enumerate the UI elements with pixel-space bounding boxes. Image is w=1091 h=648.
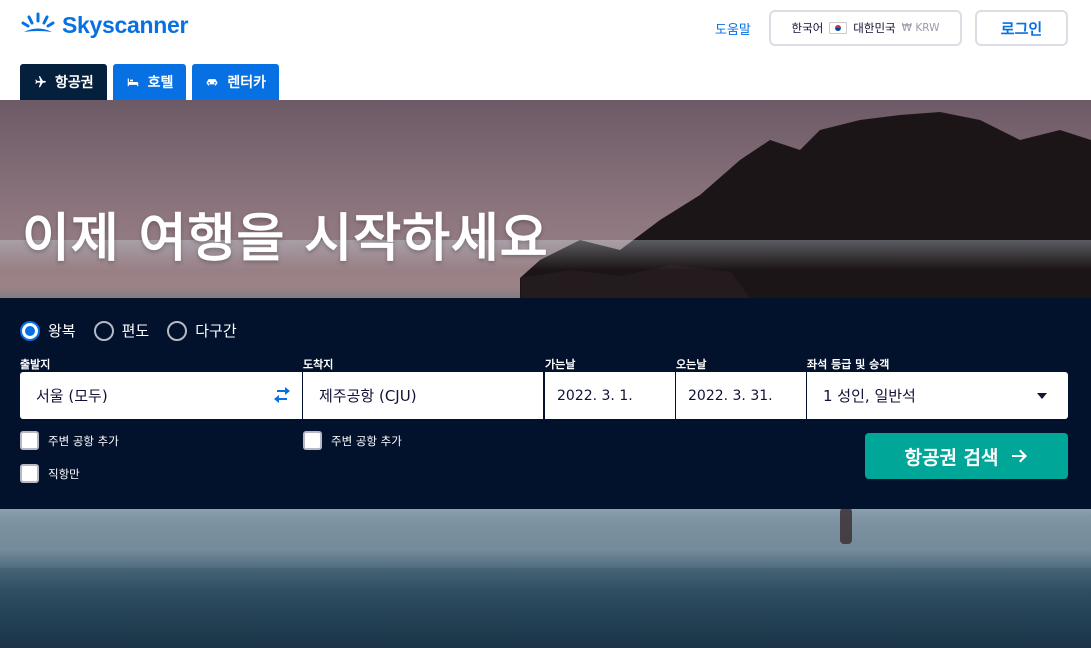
depart-date-value: 2022. 3. 1. (557, 387, 633, 404)
country-label: 대한민국 (853, 21, 896, 35)
trip-type-return-label: 왕복 (48, 322, 76, 340)
radio-checked-icon (20, 320, 40, 341)
cabin-passengers-label: 좌석 등급 및 승객 (807, 358, 890, 371)
depart-date-input[interactable]: 2022. 3. 1. (545, 372, 675, 419)
nearby-origin-checkbox[interactable]: 주변 공항 추가 (20, 431, 119, 450)
tab-car-hire-label: 렌터카 (227, 75, 267, 91)
checkbox-box (20, 431, 39, 450)
product-tabs: 항공권 호텔 렌터카 (20, 64, 280, 100)
search-flights-label: 항공권 검색 (904, 446, 999, 469)
radio-unchecked-icon (167, 320, 188, 341)
trip-type-oneway-label: 편도 (121, 322, 150, 340)
skyscanner-logo[interactable]: Skyscanner (20, 10, 188, 40)
language-label: 한국어 (791, 21, 824, 35)
destination-value: 제주공항 (CJU) (319, 387, 417, 405)
flight-search-panel: 왕복 편도 다구간 출발지 도착지 가는날 오는날 좌석 등급 및 승객 서울 … (0, 298, 1091, 509)
trip-type-multicity-radio[interactable]: 다구간 (167, 320, 237, 341)
trip-type-oneway-radio[interactable]: 편도 (93, 320, 150, 341)
cabin-passengers-value: 1 성인, 일반석 (823, 387, 916, 405)
trip-type-return-radio[interactable]: 왕복 (20, 320, 76, 341)
destination-input[interactable]: 제주공항 (CJU) (303, 372, 543, 419)
nearby-destination-checkbox[interactable]: 주변 공항 추가 (303, 431, 402, 450)
help-link[interactable]: 도움말 (715, 19, 751, 38)
arrow-right-icon (1011, 449, 1027, 463)
tab-flights[interactable]: 항공권 (20, 64, 107, 100)
hero-title: 이제 여행을 시작하세요 (22, 209, 549, 269)
destination-label: 도착지 (303, 358, 334, 371)
bed-icon (127, 78, 138, 87)
direct-only-checkbox[interactable]: 직항만 (20, 464, 80, 483)
radio-unchecked-icon (93, 320, 114, 341)
coastal-cliff-graphic (520, 112, 1091, 300)
korea-flag-icon (829, 22, 848, 34)
nearby-destination-label: 주변 공항 추가 (331, 433, 402, 448)
return-date-value: 2022. 3. 31. (688, 387, 773, 404)
wave-foam-band (0, 508, 1091, 568)
nearby-origin-label: 주변 공항 추가 (48, 433, 119, 448)
trip-type-selector: 왕복 편도 다구간 (20, 320, 237, 341)
checkbox-box (303, 431, 322, 450)
cabin-passengers-select[interactable]: 1 성인, 일반석 (807, 372, 1068, 419)
checkbox-box (20, 464, 39, 483)
origin-input[interactable]: 서울 (모두) (20, 372, 302, 419)
person-silhouette (840, 508, 852, 544)
swap-arrows-icon[interactable] (272, 386, 292, 404)
origin-value: 서울 (모두) (36, 387, 108, 405)
login-button[interactable]: 로그인 (975, 10, 1068, 46)
sunrise-logo-icon (21, 12, 55, 32)
tab-car-hire[interactable]: 렌터카 (192, 64, 280, 100)
origin-label: 출발지 (20, 358, 51, 371)
tab-hotels-label: 호텔 (147, 75, 174, 91)
site-header: Skyscanner 도움말 한국어 대한민국 ₩ KRW 로그인 항공권 호텔… (0, 0, 1091, 100)
return-date-label: 오는날 (676, 358, 707, 371)
search-flights-button[interactable]: 항공권 검색 (865, 433, 1068, 479)
locale-selector-button[interactable]: 한국어 대한민국 ₩ KRW (769, 10, 962, 46)
brand-name: Skyscanner (62, 11, 189, 38)
currency-label: ₩ KRW (901, 22, 940, 34)
airplane-icon (35, 76, 46, 88)
depart-date-label: 가는날 (545, 358, 576, 371)
direct-only-label: 직항만 (48, 466, 80, 481)
return-date-input[interactable]: 2022. 3. 31. (676, 372, 806, 419)
car-icon (207, 79, 218, 86)
tab-hotels[interactable]: 호텔 (112, 64, 187, 100)
tab-flights-label: 항공권 (55, 75, 94, 91)
trip-type-multicity-label: 다구간 (195, 322, 237, 340)
caret-down-icon (1037, 393, 1047, 399)
